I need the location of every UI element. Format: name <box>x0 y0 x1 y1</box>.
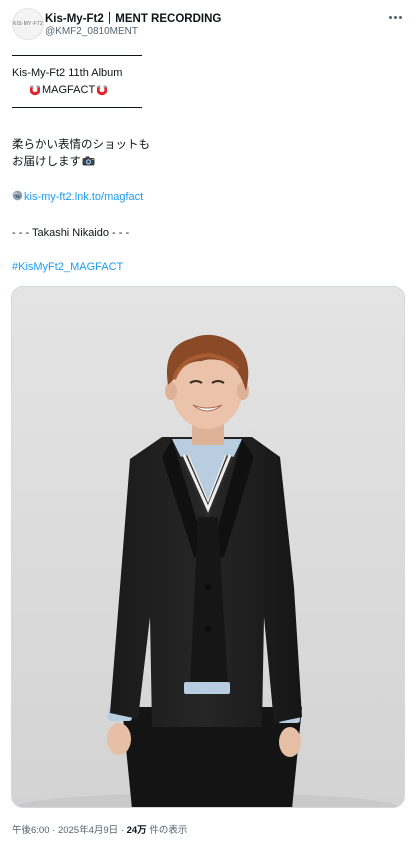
camera-icon <box>82 156 95 166</box>
divider-bottom <box>12 107 142 108</box>
portrait-illustration <box>12 287 404 807</box>
tweet-meta: 午後6:00 · 2025年4月9日 · 24万 件の表示 <box>12 822 187 836</box>
tweet-photo[interactable] <box>11 286 405 808</box>
message-line-1: 柔らかい表情のショットも <box>12 137 150 151</box>
message-line-2: お届けします <box>12 154 95 169</box>
meta-separator: · <box>120 825 124 836</box>
avatar[interactable]: KIS·MY·FT2 <box>12 8 44 40</box>
album-name-row: MAGFACT <box>30 83 108 98</box>
hashtag-link[interactable]: #KisMyFt2_MAGFACT <box>12 260 123 275</box>
display-name[interactable]: Kis-My-Ft2｜MENT RECORDING <box>45 10 221 26</box>
tweet-time[interactable]: 午後6:00 <box>12 825 50 836</box>
more-icon[interactable] <box>386 10 404 24</box>
avatar-logo-text: KIS·MY·FT2 <box>13 21 43 27</box>
album-link[interactable]: kis-my-ft2.lnk.to/magfact <box>24 191 143 203</box>
magnet-icon <box>97 85 108 96</box>
photo-credit: - - - Takashi Nikaido - - - <box>12 227 130 239</box>
magnet-icon <box>30 85 40 96</box>
tweet-header: KIS·MY·FT2 Kis-My-Ft2｜MENT RECORDING @KM… <box>12 8 404 44</box>
meta-separator: · <box>52 825 56 836</box>
album-name: MAGFACT <box>42 84 96 96</box>
album-line: Kis-My-Ft2 11th Album <box>12 67 123 79</box>
link-row: kis-my-ft2.lnk.to/magfact <box>12 190 143 205</box>
views-label: 件の表示 <box>149 825 188 836</box>
globe-icon <box>12 190 23 201</box>
tweet-date[interactable]: 2025年4月9日 <box>58 825 118 836</box>
divider-top <box>12 55 142 56</box>
message-line-2-text: お届けします <box>12 154 81 168</box>
views-count: 24万 <box>126 825 147 836</box>
user-handle[interactable]: @KMF2_0810MENT <box>45 26 138 37</box>
